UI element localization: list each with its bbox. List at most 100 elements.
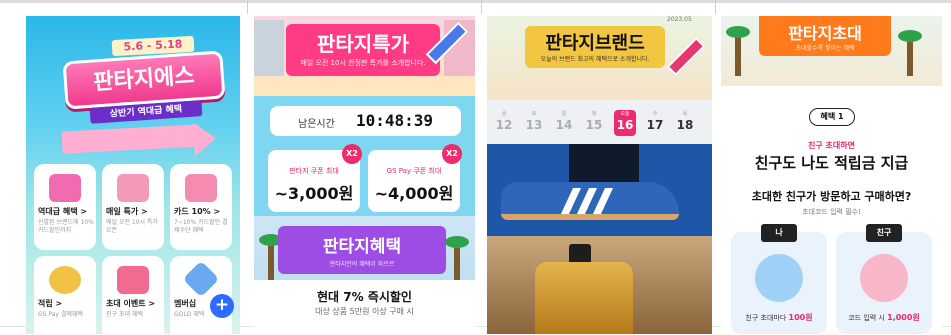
banner-subtitle: 초대할수록 쌓이는 혜택 xyxy=(795,45,855,52)
benefit-banner-area: 판타지혜택 판타지만의 혜택이 와르르 xyxy=(254,216,475,280)
date-tab[interactable]: 일 14 xyxy=(553,110,575,136)
top-divider xyxy=(0,0,951,3)
gift-box-icon xyxy=(49,174,81,202)
reward-amount: 1,000원 xyxy=(887,313,920,322)
sneaker-photo[interactable] xyxy=(487,144,712,236)
column-separator xyxy=(247,0,248,14)
pencil-arrow-icon xyxy=(666,37,706,76)
perfume-photo[interactable] xyxy=(487,236,712,334)
screenshot-fantasy-deal[interactable]: 판타지특가 매일 오전 10시 한정판 특가를 소개합니다. 남은시간 10:4… xyxy=(254,16,475,334)
reward-caption-text: 친구 초대마다 xyxy=(745,314,787,322)
card-label: 역대급 혜택 > xyxy=(38,207,88,216)
palm-tree-graphic xyxy=(268,240,274,280)
benefit-card[interactable]: 초대 이벤트 > 친구 초대 혜택 xyxy=(102,256,164,334)
day-name: 목 xyxy=(682,111,688,117)
date-tab[interactable]: 목 18 xyxy=(674,110,696,136)
card-label: 매일 특가 > xyxy=(106,207,148,216)
date-tab[interactable]: 토 13 xyxy=(523,110,545,136)
banner-area: 판타지초대 초대할수록 쌓이는 혜택 xyxy=(721,16,942,86)
day-number: 15 xyxy=(585,118,603,132)
coupon-card[interactable]: X2 GS Pay 쿠폰 최대 ~4,000원 xyxy=(368,144,462,212)
discount-info: 현대 7% 즉시할인 대상 상품 5만원 이상 구매 시 xyxy=(254,280,475,334)
day-number: 14 xyxy=(555,118,573,132)
day-name: 월 xyxy=(591,111,597,117)
timer-value: 10:48:39 xyxy=(356,111,434,130)
reward-amount: 100원 xyxy=(788,313,813,322)
reward-card-me: 나 친구 초대마다 100원 xyxy=(731,224,827,334)
coupon-label: GS Pay 쿠폰 최대 xyxy=(386,167,442,175)
countdown-timer: 남은시간 10:48:39 xyxy=(270,106,461,136)
day-name: 오늘 xyxy=(620,111,630,117)
reward-caption-text: 코드 입력 시 xyxy=(848,314,885,322)
arrow-graphic xyxy=(61,124,201,154)
reward-tag: 친구 xyxy=(866,224,902,242)
banner-subtitle: 매일 오전 10시 한정판 특가를 소개합니다. xyxy=(300,59,426,67)
building-graphic xyxy=(254,20,284,76)
trouser-leg-graphic xyxy=(569,144,639,186)
coupon-card[interactable]: X2 판타지 쿠폰 최대 ~3,000원 xyxy=(268,144,362,212)
date-label: 2023.05 xyxy=(667,16,692,23)
benefit-title: 판타지혜택 xyxy=(322,237,402,257)
date-tab[interactable]: 금 12 xyxy=(493,110,515,136)
avatar xyxy=(860,254,908,302)
palm-leaves-graphic xyxy=(445,236,469,248)
palm-tree-graphic xyxy=(907,36,913,76)
reward-tag: 나 xyxy=(761,224,797,242)
arrow-head-graphic xyxy=(193,121,217,157)
banner-area: 판타지특가 매일 오전 10시 한정판 특가를 소개합니다. xyxy=(254,16,475,96)
banner-area: 2023.05 판타지브랜드 오늘의 브랜드 최고의 혜택으로 소개합니다. xyxy=(487,16,712,100)
benefit-card[interactable]: 카드 10% > 7~10% 카드할인 결제수단 혜택 xyxy=(170,164,232,250)
discount-condition: 대상 상품 5만원 이상 구매 시 xyxy=(315,307,414,316)
benefit-banner: 판타지혜택 판타지만의 혜택이 와르르 xyxy=(278,226,446,274)
day-number: 13 xyxy=(525,118,543,132)
benefit-card[interactable]: 역대급 혜택 > 신발된 브랜드에 10% 카드할인까지 xyxy=(34,164,96,250)
banner-subtitle: 오늘의 브랜드 최고의 혜택으로 소개합니다. xyxy=(540,56,650,63)
day-number: 17 xyxy=(646,118,664,132)
card-label: 초대 이벤트 > xyxy=(106,299,156,308)
column-separator xyxy=(481,0,482,14)
day-number: 16 xyxy=(616,118,634,132)
banner-title: 판타지특가 xyxy=(317,32,409,56)
palm-leaves-graphic xyxy=(726,26,750,38)
screenshot-fantasy-s[interactable]: 5.6 - 5.18 판타지에스 상반기 역대급 혜택 역대급 혜택 > 신발된… xyxy=(26,16,240,334)
perfume-bottle-graphic xyxy=(535,262,633,334)
banner-title: 판타지초대 xyxy=(788,24,862,43)
benefit-card[interactable]: 적립 > GS Pay 결제혜택 xyxy=(34,256,96,334)
date-selector: 금 12 토 13 일 14 월 15 오늘 16 수 17 목 18 xyxy=(487,100,712,144)
day-number: 18 xyxy=(676,118,694,132)
coin-icon xyxy=(49,266,81,294)
card-desc: 매일 오전 10시 특가 오픈 xyxy=(106,219,158,234)
coupon-value: ~4,000원 xyxy=(374,184,454,203)
envelope-icon xyxy=(117,266,149,294)
screenshot-fantasy-brand[interactable]: 2023.05 판타지브랜드 오늘의 브랜드 최고의 혜택으로 소개합니다. 금… xyxy=(487,16,712,334)
invite-question: 초대한 친구가 방문하고 구매하면? xyxy=(751,190,912,203)
benefit-card[interactable]: 매일 특가 > 매일 오전 10시 특가 오픈 xyxy=(102,164,164,250)
card-desc: 신발된 브랜드에 10% 카드할인까지 xyxy=(38,219,94,234)
benefit-subtitle: 판타지만의 혜택이 와르르 xyxy=(329,261,395,268)
card-desc: 7~10% 카드할인 결제수단 혜택 xyxy=(174,219,228,234)
card-desc: GS Pay 결제혜택 xyxy=(38,311,83,318)
reward-caption: 친구 초대마다 100원 xyxy=(731,312,827,323)
invite-label: 친구 초대하면 xyxy=(808,141,855,150)
bottle-cap-graphic xyxy=(569,244,591,264)
day-name: 토 xyxy=(531,111,537,117)
discount-title: 현대 7% 즉시할인 xyxy=(317,290,412,304)
date-tab-selected[interactable]: 오늘 16 xyxy=(614,110,636,136)
date-tab[interactable]: 월 15 xyxy=(583,110,605,136)
screenshot-fantasy-invite[interactable]: 판타지초대 초대할수록 쌓이는 혜택 혜택 1 친구 초대하면 친구도 나도 적… xyxy=(721,16,942,334)
palm-leaves-graphic xyxy=(898,30,922,42)
brand-banner: 판타지브랜드 오늘의 브랜드 최고의 혜택으로 소개합니다. xyxy=(525,26,665,68)
invite-note: 초대코드 입력 필수! xyxy=(802,208,861,216)
multiplier-badge: X2 xyxy=(442,144,462,164)
card-label: 카드 10% > xyxy=(174,207,221,216)
multiplier-badge: X2 xyxy=(342,144,362,164)
deal-banner: 판타지특가 매일 오전 10시 한정판 특가를 소개합니다. xyxy=(286,24,440,76)
reward-caption: 코드 입력 시 1,000원 xyxy=(836,312,932,323)
date-tab[interactable]: 수 17 xyxy=(644,110,666,136)
card-label: 적립 > xyxy=(38,299,63,308)
add-button[interactable]: + xyxy=(210,294,234,318)
diamond-icon xyxy=(182,260,220,298)
percent-tag-icon xyxy=(117,174,149,202)
day-name: 일 xyxy=(561,111,567,117)
palm-tree-graphic xyxy=(735,32,741,76)
